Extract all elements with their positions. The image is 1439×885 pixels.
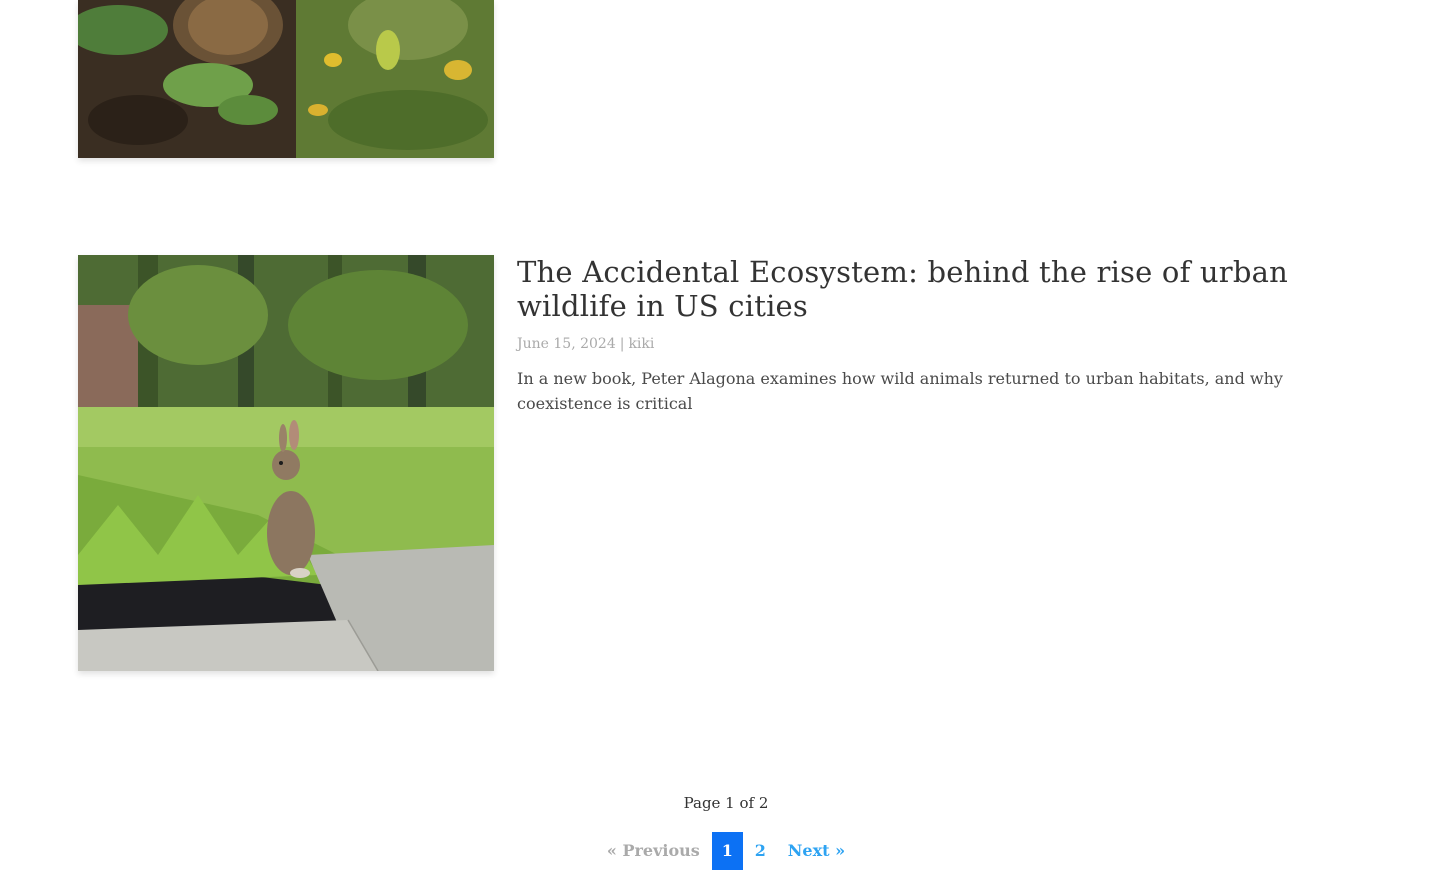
- next-page-link[interactable]: Next »: [788, 832, 845, 870]
- post-author-link[interactable]: kiki: [628, 336, 654, 352]
- rabbit-photo-image: [78, 255, 494, 671]
- post-thumbnail[interactable]: [78, 255, 494, 671]
- pagination: « Previous 1 2 Next »: [0, 832, 1439, 870]
- pagination-info: Page 1 of 2: [683, 794, 769, 812]
- page-1-link: 1: [711, 832, 743, 870]
- post-date: June 15, 2024: [517, 336, 616, 352]
- post-summary: The Accidental Ecosystem: behind the ris…: [517, 255, 1377, 416]
- previous-page-link: « Previous: [606, 841, 700, 860]
- post-meta: June 15, 2024 | kiki: [517, 335, 1377, 353]
- bird-photo-image: [78, 0, 494, 158]
- meta-separator: |: [619, 336, 625, 352]
- previous-post-thumbnail[interactable]: [78, 0, 494, 158]
- post-excerpt: In a new book, Peter Alagona examines ho…: [517, 369, 1283, 413]
- page-2-link[interactable]: 2: [745, 832, 776, 870]
- post-title-link[interactable]: The Accidental Ecosystem: behind the ris…: [517, 255, 1377, 323]
- blog-listing: The Accidental Ecosystem: behind the ris…: [0, 0, 1439, 885]
